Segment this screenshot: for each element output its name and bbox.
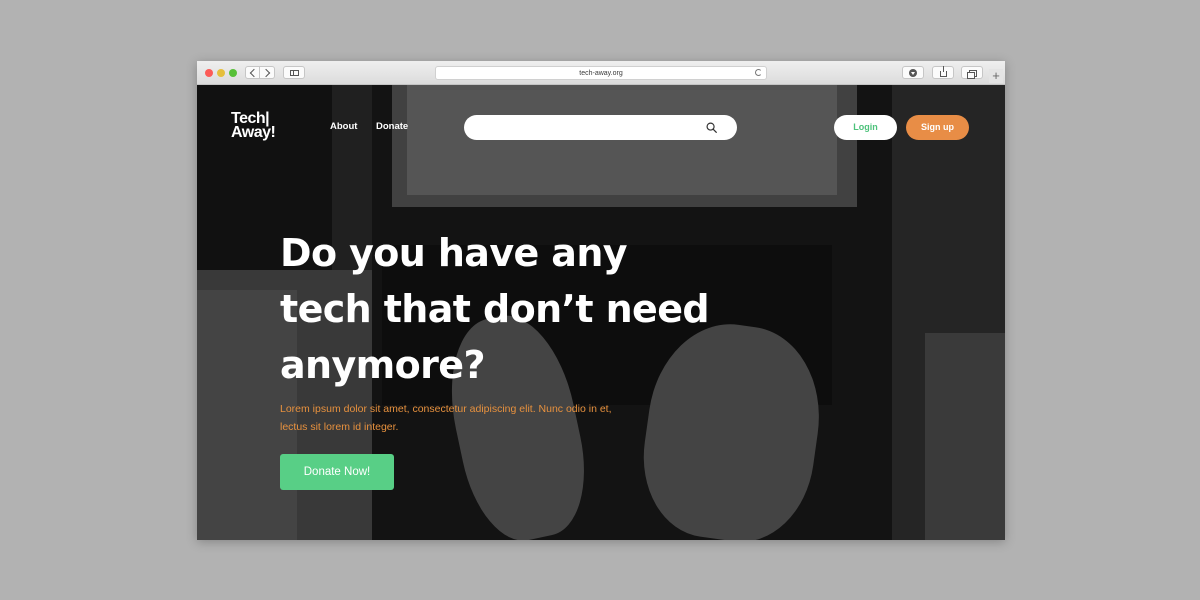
donate-now-button[interactable]: Donate Now! <box>280 454 394 490</box>
login-button[interactable]: Login <box>834 115 897 140</box>
signup-button[interactable]: Sign up <box>906 115 969 140</box>
zoom-window-button[interactable] <box>229 69 237 77</box>
sidebar-icon <box>289 69 299 76</box>
nav-donate-link[interactable]: Donate <box>376 121 408 132</box>
hero-headline: Do you have any tech that don’t need any… <box>280 225 750 393</box>
sidebar-toggle-button[interactable] <box>283 66 305 79</box>
tabs-icon <box>967 70 977 79</box>
share-button[interactable] <box>932 66 954 79</box>
logo-line-2: Away! <box>231 124 276 141</box>
back-button[interactable] <box>245 66 260 79</box>
headline-line-1: Do you have any <box>280 231 628 275</box>
search-bar <box>464 115 737 140</box>
hero-section: Tech| Away! About Donate Login Sign up D… <box>197 85 1005 540</box>
download-icon <box>909 68 917 77</box>
downloads-button[interactable] <box>902 66 924 79</box>
close-window-button[interactable] <box>205 69 213 77</box>
history-nav <box>245 66 277 80</box>
nav-about-link[interactable]: About <box>330 121 357 132</box>
chevron-right-icon <box>261 68 271 77</box>
search-icon[interactable] <box>706 122 717 133</box>
chevron-left-icon <box>249 68 258 77</box>
site-logo[interactable]: Tech| Away! <box>231 111 276 141</box>
browser-toolbar: tech-away.org + <box>197 61 1005 85</box>
hero-subtext: Lorem ipsum dolor sit amet, consectetur … <box>280 403 612 433</box>
address-bar[interactable]: tech-away.org <box>435 66 767 80</box>
search-input[interactable] <box>476 119 700 137</box>
headline-line-2: tech that don’t need <box>280 287 710 331</box>
new-tab-button[interactable]: + <box>989 69 1003 83</box>
headline-line-3: anymore? <box>280 343 486 387</box>
url-text: tech-away.org <box>579 70 623 77</box>
tabs-overview-button[interactable] <box>961 66 983 79</box>
reload-icon[interactable] <box>755 69 762 76</box>
browser-window: tech-away.org + Tech| Away! About Donate <box>197 61 1005 540</box>
minimize-window-button[interactable] <box>217 69 225 77</box>
share-icon <box>939 66 947 77</box>
forward-button[interactable] <box>260 66 275 79</box>
